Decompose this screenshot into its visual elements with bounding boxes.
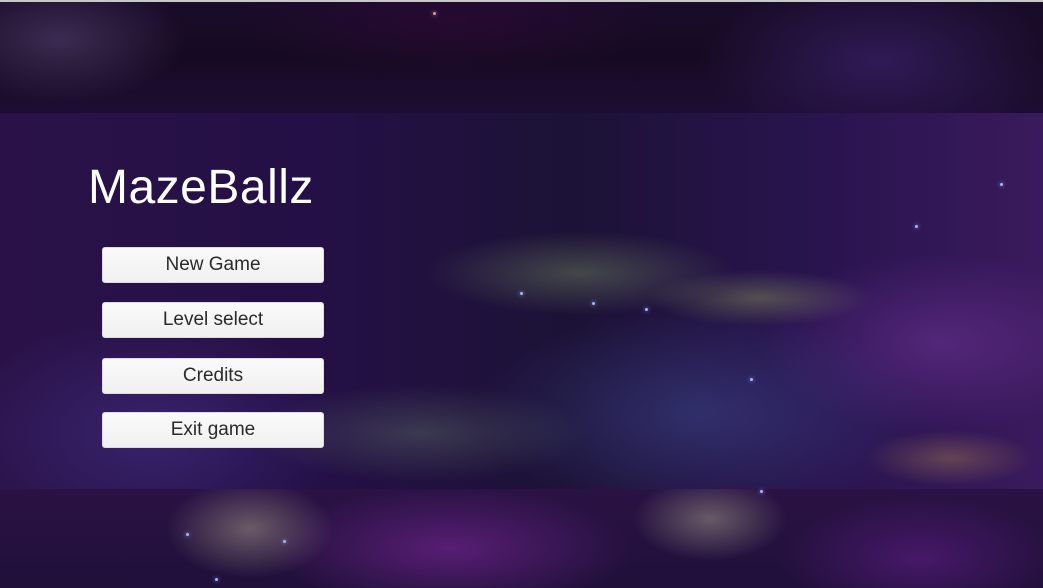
star [592,302,595,305]
star [750,378,753,381]
exit-game-button[interactable]: Exit game [102,412,324,448]
game-title: MazeBallz [88,161,314,214]
star [186,533,189,536]
star [520,292,523,295]
star [433,12,436,15]
star [760,490,763,493]
window-top-edge [0,0,1043,2]
space-background-bottom [0,489,1043,588]
credits-button[interactable]: Credits [102,358,324,394]
space-background-top [0,0,1043,113]
star [645,308,648,311]
level-select-button[interactable]: Level select [102,302,324,338]
game-screen: MazeBallz New Game Level select Credits … [0,0,1043,588]
new-game-button[interactable]: New Game [102,247,324,283]
star [283,540,286,543]
star [215,578,218,581]
star [915,225,918,228]
star [1000,183,1003,186]
